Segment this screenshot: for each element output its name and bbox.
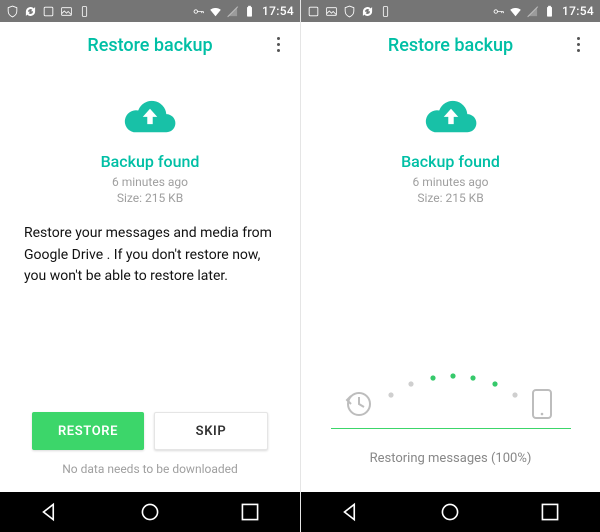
status-bar: 17:54 — [0, 0, 300, 22]
backup-found-title: Backup found — [101, 152, 200, 171]
android-navbar — [0, 492, 300, 532]
image-icon — [60, 5, 73, 18]
shield-icon — [6, 5, 19, 18]
status-bar: 17:54 — [301, 0, 600, 22]
progress-status-text: Restoring messages (100%) — [370, 451, 532, 466]
content-area: Backup found 6 minutes ago Size: 215 KB … — [0, 68, 300, 492]
nav-home-button[interactable] — [137, 499, 163, 525]
app-header: Restore backup — [301, 22, 600, 68]
app-icon — [307, 5, 320, 18]
battery-icon — [543, 5, 556, 18]
no-sim-icon — [526, 5, 539, 18]
shield-icon — [343, 5, 356, 18]
status-clock: 17:54 — [560, 4, 594, 18]
backup-age: 6 minutes ago — [112, 175, 188, 189]
wifi-icon — [509, 5, 522, 18]
backup-age: 6 minutes ago — [413, 175, 489, 189]
content-area: Backup found 6 minutes ago Size: 215 KB — [301, 68, 600, 492]
backup-size: Size: 215 KB — [117, 191, 183, 205]
page-title: Restore backup — [388, 35, 513, 56]
backup-size: Size: 215 KB — [417, 191, 483, 205]
button-row: RESTORE SKIP — [22, 412, 278, 450]
app-icon — [42, 5, 55, 18]
download-status-text: No data needs to be downloaded — [62, 462, 238, 476]
app-header: Restore backup — [0, 22, 300, 68]
screen-restoring: 17:54 Restore backup Backup found 6 minu… — [300, 0, 600, 532]
skip-button[interactable]: SKIP — [154, 412, 268, 450]
key-icon — [192, 5, 205, 18]
screen-before-restore: 17:54 Restore backup Backup found 6 minu… — [0, 0, 300, 532]
wifi-icon — [209, 5, 222, 18]
key-icon — [492, 5, 505, 18]
progress-zone: Restoring messages (100%) — [323, 362, 578, 492]
device-icon — [78, 5, 91, 18]
backup-found-title: Backup found — [401, 152, 500, 171]
nav-back-button[interactable] — [338, 499, 364, 525]
status-clock: 17:54 — [260, 4, 294, 18]
overflow-menu-button[interactable] — [566, 32, 590, 56]
android-navbar — [301, 492, 600, 532]
restore-description: Restore your messages and media from Goo… — [22, 207, 278, 288]
cloud-upload-icon — [422, 96, 480, 136]
no-sim-icon — [226, 5, 239, 18]
nav-home-button[interactable] — [437, 499, 463, 525]
page-title: Restore backup — [87, 35, 212, 56]
progress-underline — [331, 428, 571, 429]
sync-icon — [24, 5, 37, 18]
overflow-menu-button[interactable] — [266, 32, 290, 56]
image-icon — [325, 5, 338, 18]
nav-back-button[interactable] — [37, 499, 63, 525]
cloud-upload-icon — [121, 96, 179, 136]
nav-recents-button[interactable] — [237, 499, 263, 525]
nav-recents-button[interactable] — [537, 499, 563, 525]
battery-icon — [243, 5, 256, 18]
progress-arc-icon — [341, 362, 561, 422]
restore-button[interactable]: RESTORE — [32, 412, 144, 450]
device-icon — [379, 5, 392, 18]
sync-icon — [361, 5, 374, 18]
